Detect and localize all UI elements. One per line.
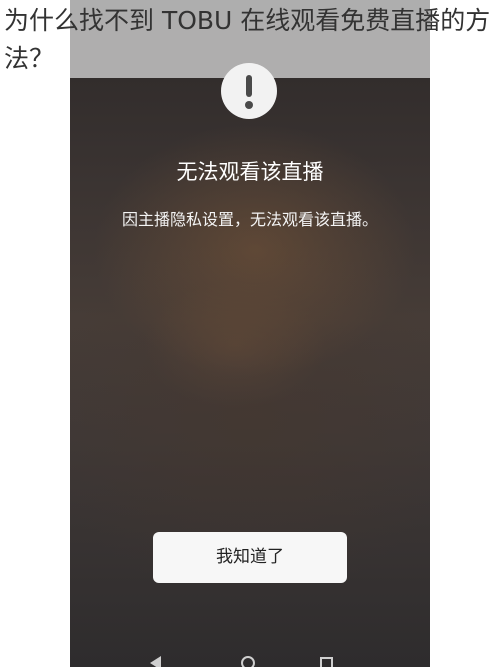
exclamation-dot xyxy=(245,101,253,109)
page: 为什么找不到 TOBU 在线观看免费直播的方法？ 无法观看该直播 因主播隐私设置… xyxy=(0,0,500,667)
recent-apps-icon[interactable] xyxy=(320,657,333,667)
dialog-title: 无法观看该直播 xyxy=(176,160,324,184)
navigation-bar xyxy=(70,649,430,667)
acknowledge-button[interactable]: 我知道了 xyxy=(153,532,347,583)
phone-screenshot: 无法观看该直播 因主播隐私设置，无法观看该直播。 我知道了 xyxy=(70,0,430,667)
back-icon[interactable] xyxy=(150,656,161,667)
home-icon[interactable] xyxy=(241,656,255,667)
exclamation-bar xyxy=(246,75,252,97)
dialog-message: 因主播隐私设置，无法观看该直播。 xyxy=(121,210,378,229)
question-title: 为什么找不到 TOBU 在线观看免费直播的方法？ xyxy=(4,6,491,73)
